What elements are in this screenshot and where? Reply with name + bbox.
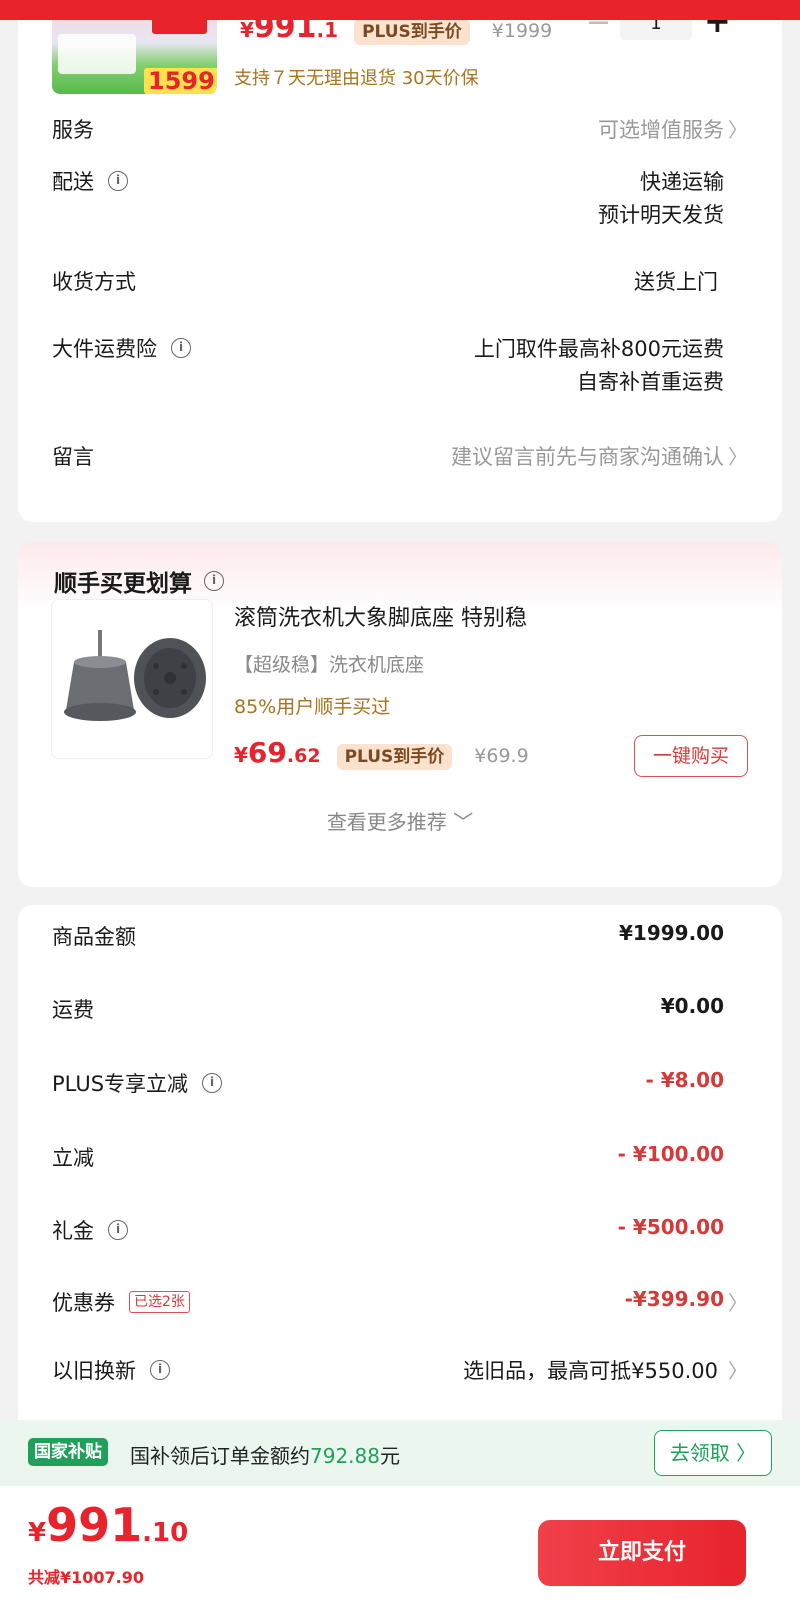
total-decimal: .10 — [142, 1518, 189, 1548]
insurance-label: 大件运费险 — [52, 337, 157, 361]
service-label: 服务 — [52, 118, 94, 142]
price-integer: 69 — [247, 736, 287, 769]
message-label: 留言 — [52, 445, 94, 469]
price-currency: ¥ — [240, 18, 254, 42]
gift-money-value: - ¥500.00 — [617, 1215, 724, 1239]
info-icon[interactable]: i — [204, 571, 224, 591]
goods-amount-value: ¥1999.00 — [618, 921, 724, 945]
plus-discount-value: - ¥8.00 — [645, 1068, 724, 1092]
service-value: 可选增值服务 — [598, 118, 724, 142]
delivery-row: 配送 i 快递运输 预计明天发货 — [52, 166, 748, 236]
chevron-right-icon: 〉 — [728, 445, 748, 469]
total-currency: ¥ — [28, 1518, 47, 1548]
info-icon[interactable]: i — [202, 1073, 223, 1093]
plus-price-tag: PLUS到手价 — [336, 744, 453, 770]
goods-amount-label: 商品金额 — [52, 925, 136, 949]
top-status-bar — [0, 0, 800, 20]
more-recommendations-link[interactable]: 查看更多推荐 ﹀ — [18, 806, 782, 835]
total-price: ¥ 991 .10 — [28, 1498, 188, 1552]
washer-base-image — [64, 630, 206, 721]
recommend-title: 顺手买更划算 — [54, 571, 192, 597]
receive-value: 送货上门 — [634, 270, 718, 294]
subsidy-text-prefix: 国补领后订单金额约 — [130, 1444, 310, 1468]
coupon-value: -¥399.90 — [624, 1287, 724, 1311]
shipping-insurance-row: 大件运费险 i 上门取件最高补800元运费 自寄补首重运费 — [52, 333, 748, 403]
gift-money-label: 礼金 — [52, 1219, 94, 1243]
thumbnail-badge — [152, 18, 207, 34]
receive-label: 收货方式 — [52, 270, 136, 294]
message-input[interactable]: 建议留言前先与商家沟通确认 — [451, 441, 724, 474]
instant-discount-label: 立减 — [52, 1146, 94, 1170]
recommend-product-subtitle: 【超级稳】洗衣机底座 — [234, 654, 425, 676]
thumbnail-panel — [58, 34, 136, 74]
more-recommendations-label: 查看更多推荐 — [326, 810, 447, 834]
shipping-fee-value: ¥0.00 — [660, 994, 724, 1018]
original-price: ¥69.9 — [474, 745, 529, 767]
price-decimal: .62 — [286, 745, 321, 767]
price-decimal: .1 — [316, 18, 339, 42]
price-currency: ¥ — [234, 743, 248, 767]
coupon-label: 优惠券 — [52, 1291, 115, 1315]
order-details-card: 1599 ¥ 991 .1 PLUS到手价 ¥1999 − 1 + 支持７天无理… — [18, 0, 782, 522]
chevron-right-icon: 〉 — [728, 118, 748, 142]
subsidy-amount: 792.88 — [310, 1444, 380, 1468]
receive-method-row: 收货方式 送货上门 — [52, 266, 748, 300]
insurance-value-1: 上门取件最高补800元运费 — [473, 337, 724, 361]
recommend-product-name[interactable]: 滚筒洗衣机大象脚底座 特别稳 — [234, 600, 527, 632]
delivery-label: 配送 — [52, 170, 94, 194]
info-icon[interactable]: i — [108, 1220, 128, 1240]
recommend-product-image[interactable] — [51, 599, 213, 759]
info-icon[interactable]: i — [171, 338, 191, 358]
thumbnail-price: 1599 — [144, 68, 217, 94]
coupon-selected-badge: 已选2张 — [129, 1291, 190, 1313]
info-icon[interactable]: i — [150, 1360, 170, 1380]
chevron-down-icon: ﹀ — [453, 810, 474, 834]
recommend-card: 顺手买更划算 i 滚筒洗衣机大象脚底座 特别稳 【超级稳】洗衣机底座 85%用户… — [18, 542, 782, 887]
instant-discount-value: - ¥100.00 — [617, 1142, 724, 1166]
subsidy-text: 国补领后订单金额约792.88元 — [130, 1440, 400, 1469]
total-saved: 共减¥1007.90 — [28, 1568, 145, 1587]
plus-discount-label: PLUS专享立减 — [52, 1072, 189, 1096]
delivery-method: 快递运输 — [640, 170, 724, 194]
delivery-eta: 预计明天发货 — [598, 203, 724, 227]
recommend-title-row: 顺手买更划算 i — [54, 564, 224, 598]
info-icon[interactable]: i — [108, 171, 128, 191]
recommend-price-row: ¥ 69 .62 PLUS到手价 ¥69.9 — [234, 736, 529, 770]
total-integer: 991 — [46, 1498, 143, 1552]
plus-price-tag: PLUS到手价 — [354, 19, 470, 45]
shipping-fee-label: 运费 — [52, 998, 94, 1022]
pay-now-button[interactable]: 立即支付 — [538, 1520, 746, 1586]
recommend-purchase-rate: 85%用户顺手买过 — [234, 696, 391, 718]
message-row[interactable]: 留言 建议留言前先与商家沟通确认 〉 — [52, 441, 748, 475]
subsidy-text-suffix: 元 — [379, 1444, 400, 1468]
service-row[interactable]: 服务 可选增值服务 〉 — [52, 114, 748, 148]
checkout-bar: ¥ 991 .10 共减¥1007.90 立即支付 — [0, 1486, 800, 1612]
price-breakdown-card: 商品金额 ¥1999.00 运费 ¥0.00 PLUS专享立减 i - ¥8.0… — [18, 905, 782, 1445]
trade-in-value: 选旧品，最高可抵¥550.00 — [463, 1359, 718, 1383]
chevron-right-icon: 〉 — [728, 1359, 748, 1383]
national-subsidy-bar: 国家补贴 国补领后订单金额约792.88元 去领取 〉 — [0, 1420, 800, 1486]
claim-subsidy-button[interactable]: 去领取 〉 — [654, 1430, 772, 1476]
return-policy-note: 支持７天无理由退货 30天价保 — [234, 68, 479, 89]
national-subsidy-tag: 国家补贴 — [28, 1438, 108, 1466]
chevron-right-icon: 〉 — [728, 1291, 748, 1315]
original-price: ¥1999 — [491, 20, 553, 42]
insurance-value-2: 自寄补首重运费 — [577, 370, 724, 394]
one-click-buy-button[interactable]: 一键购买 — [634, 735, 748, 777]
trade-in-label: 以旧换新 — [52, 1359, 136, 1383]
